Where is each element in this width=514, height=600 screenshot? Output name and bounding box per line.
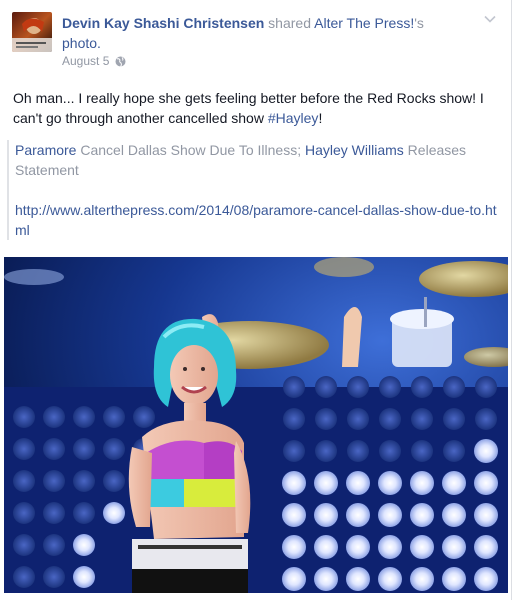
story-meta: August 5 xyxy=(62,54,126,68)
actor-name-link[interactable]: Devin Kay Shashi Christensen xyxy=(62,15,264,31)
shared-text: shared xyxy=(264,15,315,31)
article-url-link[interactable]: http://www.alterthepress.com/2014/08/par… xyxy=(15,200,499,240)
shared-headline: Paramore Cancel Dallas Show Due To Illne… xyxy=(15,140,499,180)
shared-quote: Paramore Cancel Dallas Show Due To Illne… xyxy=(7,140,499,240)
post-date[interactable]: August 5 xyxy=(62,54,109,68)
story-header: Devin Kay Shashi Christensen shared Alte… xyxy=(62,13,482,53)
paramore-link[interactable]: Paramore xyxy=(15,142,76,158)
hashtag-link[interactable]: #Hayley xyxy=(268,110,319,126)
shared-photo[interactable] xyxy=(4,257,508,593)
post-message: Oh man... I really hope she gets feeling… xyxy=(13,88,499,128)
globe-icon[interactable] xyxy=(115,56,126,67)
hayley-williams-link[interactable]: Hayley Williams xyxy=(305,142,404,158)
object-link[interactable]: photo. xyxy=(62,35,101,51)
page-name-link[interactable]: Alter The Press! xyxy=(314,15,414,31)
possessive-text: 's xyxy=(414,15,424,31)
avatar[interactable] xyxy=(12,12,52,52)
shared-text-1: Cancel Dallas Show Due To Illness; xyxy=(76,142,305,158)
post-message-text: Oh man... I really hope she gets feeling… xyxy=(13,90,484,126)
chevron-down-icon[interactable] xyxy=(483,12,497,26)
news-feed-story: Devin Kay Shashi Christensen shared Alte… xyxy=(0,0,512,600)
post-message-end: ! xyxy=(318,110,323,126)
